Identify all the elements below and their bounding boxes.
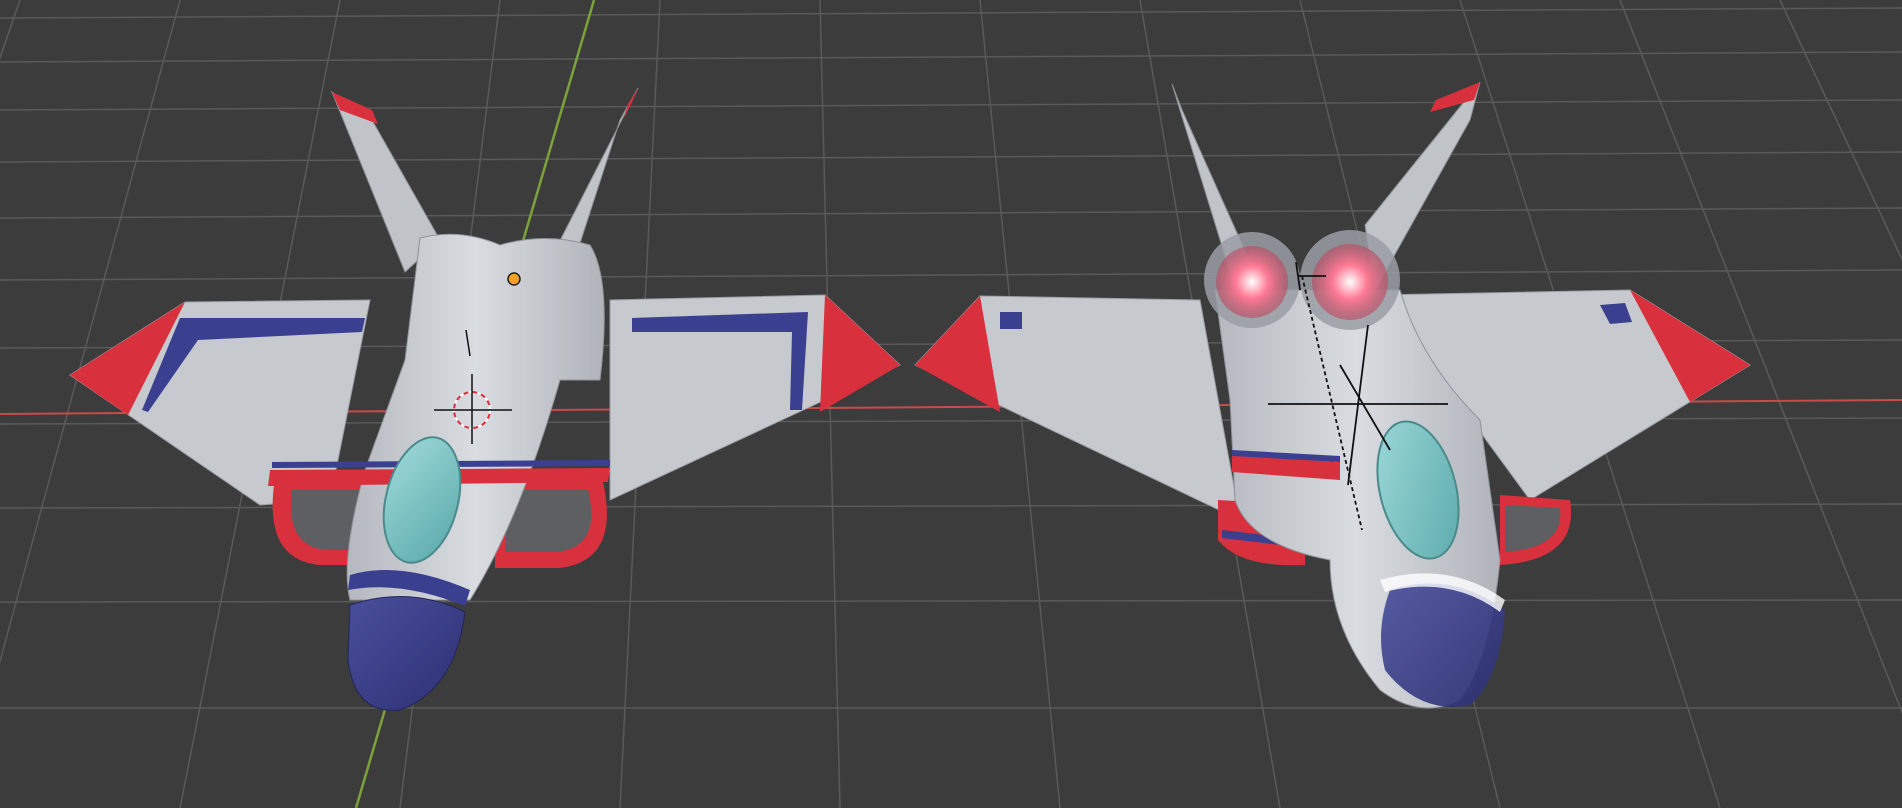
jet-b-right-exhaust-glow bbox=[1312, 244, 1388, 320]
viewport-scene[interactable] bbox=[0, 0, 1902, 808]
origin-dot-icon[interactable] bbox=[507, 272, 521, 286]
jet-a-model[interactable] bbox=[69, 87, 901, 711]
jet-b-left-wing-mark bbox=[1000, 312, 1022, 329]
jet-a-nose-cone bbox=[347, 595, 466, 711]
jet-b-left-exhaust-glow bbox=[1216, 246, 1288, 318]
3d-viewport[interactable] bbox=[0, 0, 1902, 808]
jet-a-right-tail-tip bbox=[624, 88, 638, 118]
